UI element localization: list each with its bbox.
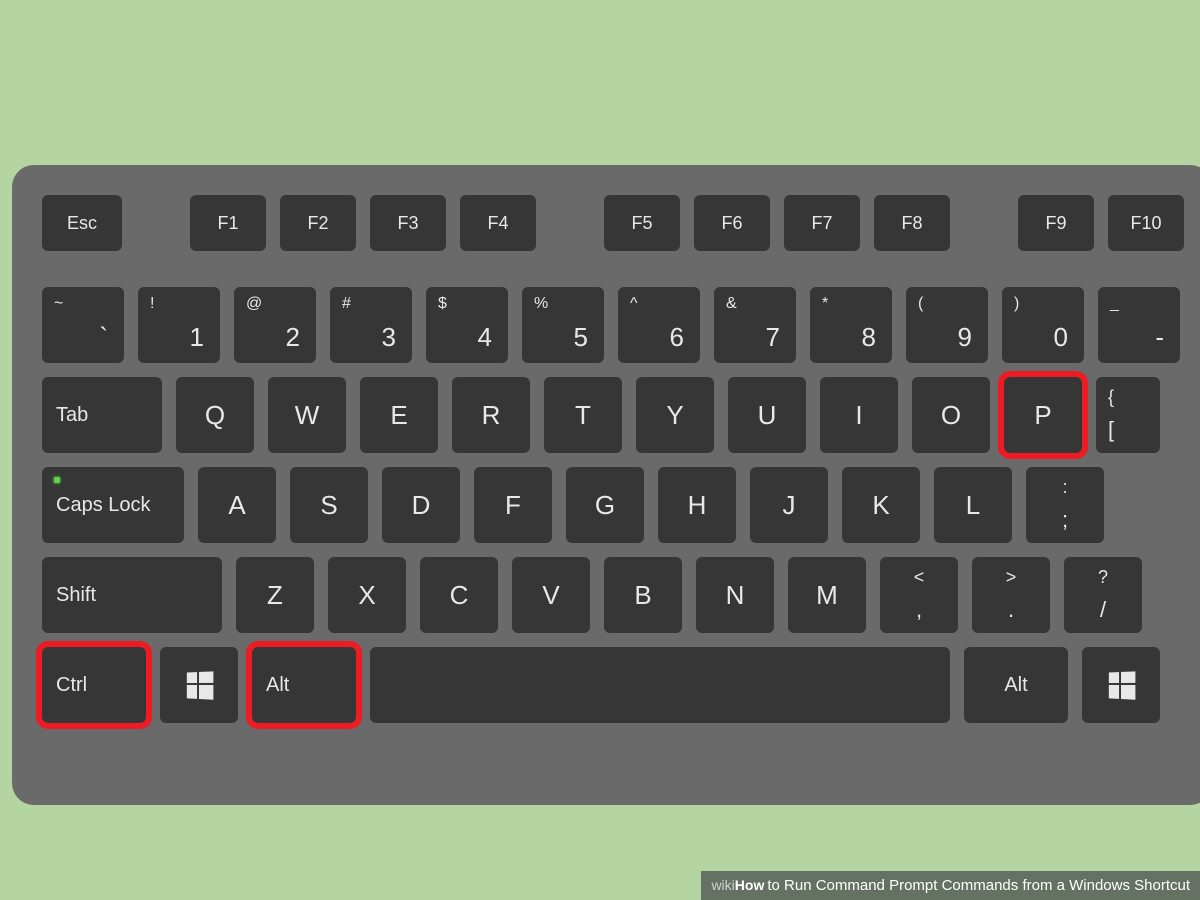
h-key[interactable]: H <box>658 467 736 543</box>
zxcv-row: Shift Z X C V B N M <, >. ?/ <box>42 557 1200 633</box>
brand-how: How <box>735 877 765 893</box>
m-key[interactable]: M <box>788 557 866 633</box>
k-key[interactable]: K <box>842 467 920 543</box>
c-key[interactable]: C <box>420 557 498 633</box>
comma-key[interactable]: <, <box>880 557 958 633</box>
esc-key[interactable]: Esc <box>42 195 122 251</box>
b-key[interactable]: B <box>604 557 682 633</box>
t-key[interactable]: T <box>544 377 622 453</box>
space-key[interactable] <box>370 647 950 723</box>
minus-key[interactable]: _- <box>1098 287 1180 363</box>
f-key[interactable]: F <box>474 467 552 543</box>
f9-key[interactable]: F9 <box>1018 195 1094 251</box>
bottom-row: Ctrl Alt Alt <box>42 647 1200 723</box>
l-key[interactable]: L <box>934 467 1012 543</box>
asdf-row: Caps Lock A S D F G H J K L :; <box>42 467 1200 543</box>
p-key[interactable]: P <box>1004 377 1082 453</box>
z-key[interactable]: Z <box>236 557 314 633</box>
period-key[interactable]: >. <box>972 557 1050 633</box>
g-key[interactable]: G <box>566 467 644 543</box>
f6-key[interactable]: F6 <box>694 195 770 251</box>
f2-key[interactable]: F2 <box>280 195 356 251</box>
one-key[interactable]: !1 <box>138 287 220 363</box>
slash-key[interactable]: ?/ <box>1064 557 1142 633</box>
windows-icon <box>187 671 212 698</box>
shift-key[interactable]: Shift <box>42 557 222 633</box>
f1-key[interactable]: F1 <box>190 195 266 251</box>
brand-wiki: wiki <box>711 877 734 893</box>
v-key[interactable]: V <box>512 557 590 633</box>
caption-text: to Run Command Prompt Commands from a Wi… <box>767 877 1190 894</box>
e-key[interactable]: E <box>360 377 438 453</box>
d-key[interactable]: D <box>382 467 460 543</box>
o-key[interactable]: O <box>912 377 990 453</box>
windows-right-key[interactable] <box>1082 647 1160 723</box>
f5-key[interactable]: F5 <box>604 195 680 251</box>
seven-key[interactable]: &7 <box>714 287 796 363</box>
capslock-led-icon <box>54 477 60 483</box>
j-key[interactable]: J <box>750 467 828 543</box>
capslock-key[interactable]: Caps Lock <box>42 467 184 543</box>
i-key[interactable]: I <box>820 377 898 453</box>
semicolon-key[interactable]: :; <box>1026 467 1104 543</box>
f10-key[interactable]: F10 <box>1108 195 1184 251</box>
windows-icon <box>1109 671 1134 698</box>
q-key[interactable]: Q <box>176 377 254 453</box>
windows-key[interactable] <box>160 647 238 723</box>
six-key[interactable]: ^6 <box>618 287 700 363</box>
eight-key[interactable]: *8 <box>810 287 892 363</box>
tab-key[interactable]: Tab <box>42 377 162 453</box>
a-key[interactable]: A <box>198 467 276 543</box>
alt-key[interactable]: Alt <box>252 647 356 723</box>
s-key[interactable]: S <box>290 467 368 543</box>
f7-key[interactable]: F7 <box>784 195 860 251</box>
f4-key[interactable]: F4 <box>460 195 536 251</box>
alt-right-key[interactable]: Alt <box>964 647 1068 723</box>
f3-key[interactable]: F3 <box>370 195 446 251</box>
qwerty-row: Tab Q W E R T Y U I O P {[ <box>42 377 1200 453</box>
left-bracket-key[interactable]: {[ <box>1096 377 1160 453</box>
backtick-key[interactable]: ~` <box>42 287 124 363</box>
x-key[interactable]: X <box>328 557 406 633</box>
ctrl-key[interactable]: Ctrl <box>42 647 146 723</box>
function-row: Esc F1 F2 F3 F4 F5 F6 F7 F8 F9 F10 <box>42 195 1200 251</box>
w-key[interactable]: W <box>268 377 346 453</box>
n-key[interactable]: N <box>696 557 774 633</box>
zero-key[interactable]: )0 <box>1002 287 1084 363</box>
nine-key[interactable]: (9 <box>906 287 988 363</box>
four-key[interactable]: $4 <box>426 287 508 363</box>
u-key[interactable]: U <box>728 377 806 453</box>
r-key[interactable]: R <box>452 377 530 453</box>
f8-key[interactable]: F8 <box>874 195 950 251</box>
three-key[interactable]: #3 <box>330 287 412 363</box>
two-key[interactable]: @2 <box>234 287 316 363</box>
five-key[interactable]: %5 <box>522 287 604 363</box>
caption-bar: wikiHow to Run Command Prompt Commands f… <box>701 871 1200 900</box>
keyboard: Esc F1 F2 F3 F4 F5 F6 F7 F8 F9 F10 ~` !1… <box>12 165 1200 805</box>
y-key[interactable]: Y <box>636 377 714 453</box>
number-row: ~` !1 @2 #3 $4 %5 ^6 &7 *8 (9 )0 _- <box>42 287 1200 363</box>
